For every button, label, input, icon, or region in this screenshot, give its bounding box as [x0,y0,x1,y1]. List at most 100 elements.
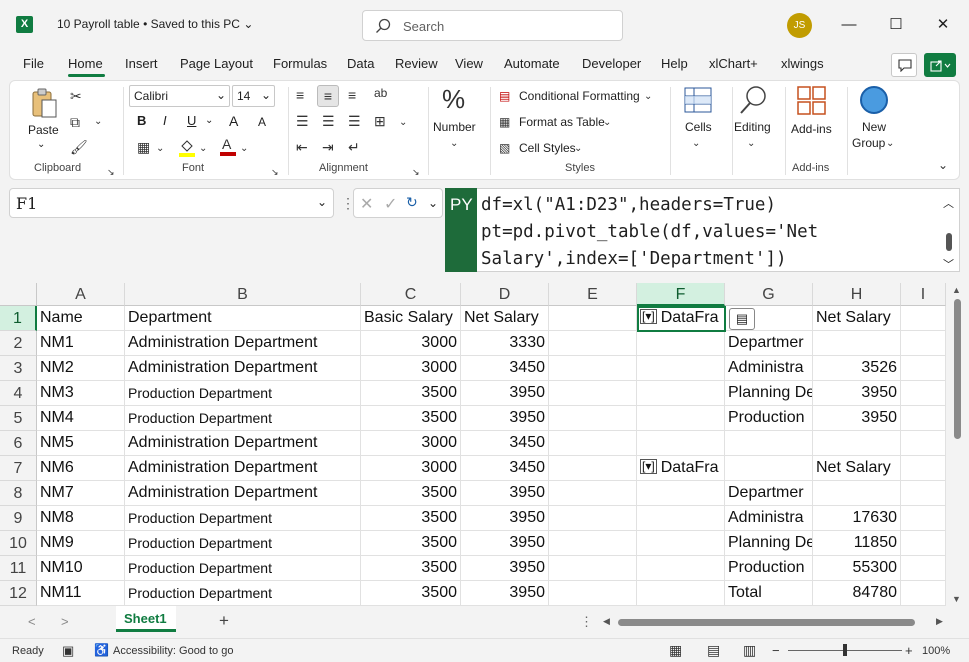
shrink-font-button[interactable]: A [258,115,266,129]
cell-c9[interactable]: 3500 [361,506,461,531]
cells-icon[interactable] [684,87,712,113]
python-mode-icon[interactable]: ↻ [406,194,418,211]
cell-i4[interactable] [901,381,946,406]
row-header-6[interactable]: 6 [0,431,37,456]
font-size-select[interactable]: 14 ⌄ [232,85,275,107]
cell-d3[interactable]: 3450 [461,356,549,381]
bold-button[interactable]: B [137,113,146,128]
page-layout-view-icon[interactable]: ▤ [707,642,720,659]
cell-c10[interactable]: 3500 [361,531,461,556]
cell-g8[interactable]: Departmer [725,481,813,506]
column-header-h[interactable]: H [813,283,901,306]
new-group-line2[interactable]: Group [852,136,885,150]
cell-e8[interactable] [549,481,637,506]
prev-sheet-button[interactable]: < [28,614,36,629]
cell-a5[interactable]: NM4 [37,406,125,431]
cell-i3[interactable] [901,356,946,381]
cell-i7[interactable] [901,456,946,481]
cell-e3[interactable] [549,356,637,381]
minimize-button[interactable]: — [838,14,860,36]
cell-e7[interactable] [549,456,637,481]
vertical-scrollbar[interactable]: ▲ ▼ [946,283,969,606]
column-header-g[interactable]: G [725,283,813,306]
cell-a6[interactable]: NM5 [37,431,125,456]
cell-h1[interactable]: Net Salary [813,306,901,331]
add-sheet-button[interactable]: + [219,611,229,631]
formula-scroll-thumb[interactable] [946,233,952,251]
more-icon[interactable]: ⋮ [580,614,593,630]
percent-icon[interactable]: % [442,85,465,113]
chevron-down-icon[interactable]: ⌄ [886,136,894,152]
row-header-9[interactable]: 9 [0,506,37,531]
cell-c12[interactable]: 3500 [361,581,461,606]
cell-g9[interactable]: Administra [725,506,813,531]
new-group-icon[interactable] [859,85,889,115]
cell-d4[interactable]: 3950 [461,381,549,406]
vertical-scroll-thumb[interactable] [954,299,961,439]
underline-button[interactable]: U [187,113,196,128]
column-header-d[interactable]: D [461,283,549,306]
search-box[interactable]: Search [362,10,623,41]
cell-h11[interactable]: 55300 [813,556,901,581]
cell-h3[interactable]: 3526 [813,356,901,381]
cell-h7[interactable]: Net Salary [813,456,901,481]
chevron-down-icon[interactable]: ⌄ [240,141,248,157]
cell-i2[interactable] [901,331,946,356]
chevron-down-icon[interactable]: ⌄ [574,141,582,157]
row-header-4[interactable]: 4 [0,381,37,406]
dialog-launcher-icon[interactable]: ↘ [107,164,115,180]
cell-d7[interactable]: 3450 [461,456,549,481]
row-header-11[interactable]: 11 [0,556,37,581]
cell-i11[interactable] [901,556,946,581]
paste-icon[interactable] [30,87,58,119]
cell-e10[interactable] [549,531,637,556]
cell-a11[interactable]: NM10 [37,556,125,581]
zoom-level[interactable]: 100% [922,645,950,657]
tab-view[interactable]: View [455,56,483,71]
chevron-down-icon[interactable]: ⌄ [205,115,213,126]
macro-record-icon[interactable]: ▣ [62,643,74,659]
cell-i9[interactable] [901,506,946,531]
cell-b6[interactable]: Administration Department [125,431,361,456]
cell-i10[interactable] [901,531,946,556]
cell-a10[interactable]: NM9 [37,531,125,556]
cell-f6[interactable] [637,431,725,456]
comments-button[interactable] [891,53,917,77]
format-as-table-button[interactable]: Format as Table [519,115,605,129]
cell-c1[interactable]: Basic Salary [361,306,461,331]
paste-button[interactable]: Paste [28,123,59,137]
excel-app-icon[interactable]: X [16,16,33,33]
cell-f9[interactable] [637,506,725,531]
align-right-icon[interactable]: ☰ [348,113,361,129]
column-header-i[interactable]: I [901,283,946,306]
collapse-ribbon-icon[interactable]: ⌄ [938,157,948,173]
cell-b2[interactable]: Administration Department [125,331,361,356]
number-format-button[interactable]: Number [433,120,476,134]
cell-h5[interactable]: 3950 [813,406,901,431]
cell-a4[interactable]: NM3 [37,381,125,406]
cell-g4[interactable]: Planning De [725,381,813,406]
cell-g10[interactable]: Planning De [725,531,813,556]
cell-a9[interactable]: NM8 [37,506,125,531]
cell-c6[interactable]: 3000 [361,431,461,456]
tab-page-layout[interactable]: Page Layout [180,56,253,71]
chevron-down-icon[interactable]: ﹀ [943,256,954,272]
cell-d10[interactable]: 3950 [461,531,549,556]
cell-f3[interactable] [637,356,725,381]
cell-g6[interactable] [725,431,813,456]
cell-a1[interactable]: Name [37,306,125,331]
next-sheet-button[interactable]: > [61,614,69,629]
cell-a12[interactable]: NM11 [37,581,125,606]
cut-icon[interactable]: ✂ [70,88,82,104]
cell-d8[interactable]: 3950 [461,481,549,506]
zoom-slider-thumb[interactable] [843,644,847,656]
maximize-button[interactable]: ☐ [885,14,907,36]
cells-button[interactable]: Cells [685,120,712,134]
cell-h12[interactable]: 84780 [813,581,901,606]
scroll-down-icon[interactable]: ▼ [952,594,961,604]
fill-color-icon[interactable] [179,138,195,157]
cell-f10[interactable] [637,531,725,556]
close-button[interactable]: ✕ [932,14,954,36]
cell-f11[interactable] [637,556,725,581]
merge-center-icon[interactable]: ⊞ [374,113,386,129]
